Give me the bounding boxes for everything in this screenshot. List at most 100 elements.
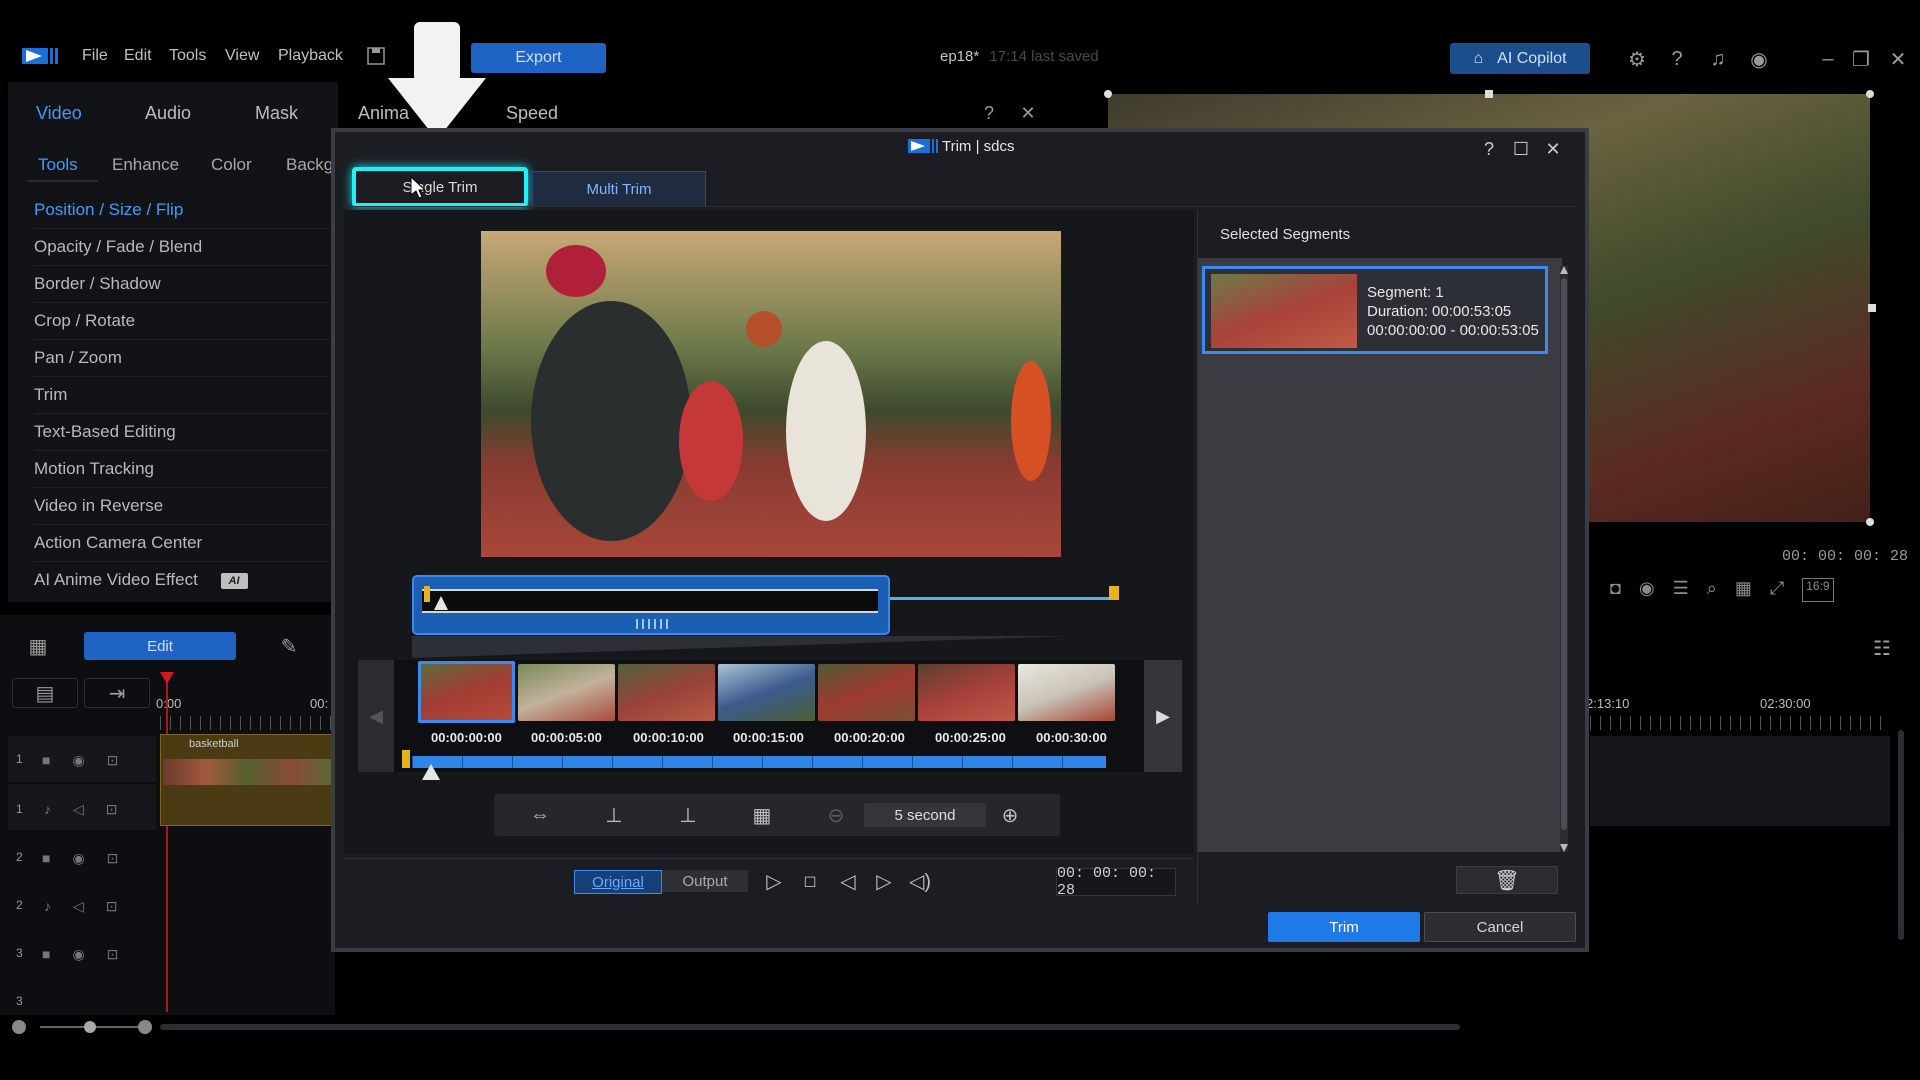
tab-video[interactable]: Video (36, 103, 82, 124)
tab-animation[interactable]: Anima (358, 103, 409, 124)
dialog-help-icon[interactable]: ? (1478, 138, 1500, 160)
preview-handle[interactable] (1868, 304, 1876, 312)
scroll-thumb[interactable] (1561, 278, 1567, 830)
menu-tools[interactable]: Tools (169, 47, 206, 65)
split-clip-icon[interactable]: ▦ (744, 802, 780, 828)
segment-item[interactable]: Segment: 1 Duration: 00:00:53:05 00:00:0… (1202, 266, 1548, 354)
output-toggle[interactable]: Output (662, 870, 748, 892)
account-icon[interactable]: ◉ (1747, 47, 1771, 71)
filmstrip-playhead[interactable] (422, 764, 440, 780)
subtab-color[interactable]: Color (211, 155, 252, 175)
range-grip[interactable] (636, 619, 670, 629)
aspect-ratio[interactable]: 16:9 (1802, 578, 1834, 602)
preview-handle[interactable] (1866, 518, 1874, 526)
tab-mask[interactable]: Mask (255, 103, 298, 124)
filmstrip-thumb[interactable] (718, 664, 815, 721)
dialog-close-icon[interactable]: ✕ (1542, 138, 1564, 160)
range-selection[interactable] (412, 575, 890, 635)
dialog-maximize-icon[interactable]: ☐ (1510, 138, 1532, 160)
help-icon[interactable]: ? (1665, 47, 1689, 71)
close-app-icon[interactable]: ✕ (1886, 47, 1910, 71)
original-toggle[interactable]: Original (574, 870, 662, 894)
panel-close-icon[interactable]: ✕ (1016, 101, 1040, 125)
menu-file[interactable]: File (82, 47, 108, 65)
tool-video-in-reverse[interactable]: Video in Reverse (34, 488, 329, 525)
zoom-out-timeline-icon[interactable] (12, 1020, 26, 1034)
minimize-icon[interactable]: – (1816, 47, 1840, 71)
tool-position-size-flip[interactable]: Position / Size / Flip (34, 192, 329, 229)
zoom-level-field[interactable]: 5 second (864, 803, 986, 827)
previous-frame-icon[interactable]: ◁ (834, 868, 862, 894)
tool-action-camera-center[interactable]: Action Camera Center (34, 525, 329, 562)
tab-audio[interactable]: Audio (145, 103, 191, 124)
tab-multi-trim[interactable]: Multi Trim (532, 171, 706, 206)
timeline-zoom-knob[interactable] (84, 1021, 96, 1033)
playhead-handle[interactable] (160, 672, 174, 684)
zoom-out-icon[interactable]: ⊖ (818, 802, 854, 828)
subtab-enhance[interactable]: Enhance (112, 155, 179, 175)
tool-pan-zoom[interactable]: Pan / Zoom (34, 340, 329, 377)
tab-single-trim[interactable]: Single Trim (352, 167, 528, 207)
range-start-marker[interactable] (424, 586, 430, 602)
panel-help-icon[interactable]: ? (977, 101, 1001, 125)
pen-icon[interactable]: ✎ (275, 632, 303, 660)
list-icon[interactable]: ☰ (1673, 578, 1689, 602)
playhead[interactable] (166, 672, 168, 1012)
timeline-select-icon[interactable]: ▦ (24, 632, 52, 660)
tool-trim[interactable]: Trim (34, 377, 329, 414)
save-icon[interactable] (364, 45, 388, 67)
preview-handle[interactable] (1485, 90, 1493, 98)
tool-motion-tracking[interactable]: Motion Tracking (34, 451, 329, 488)
zoom-in-timeline-icon[interactable] (138, 1020, 152, 1034)
stop-icon[interactable]: ◻ (796, 868, 824, 894)
filmstrip-thumb[interactable] (418, 661, 515, 723)
preview-handle[interactable] (1866, 90, 1874, 98)
trim-timecode-box[interactable]: 00: 00: 00: 28 (1056, 865, 1176, 899)
timeline-clip-basketball[interactable]: basketball (160, 734, 337, 826)
right-vertical-scrollbar[interactable] (1898, 730, 1904, 940)
zoom-fit-icon[interactable]: ⌕ (1707, 578, 1717, 602)
cancel-button[interactable]: Cancel (1424, 912, 1576, 942)
menu-playback[interactable]: Playback (278, 47, 343, 65)
swap-range-icon[interactable]: ⇔ (522, 802, 558, 828)
filmstrip-start-marker[interactable] (402, 750, 410, 768)
menu-edit[interactable]: Edit (124, 47, 152, 65)
filmstrip-thumb[interactable] (818, 664, 915, 721)
range-track[interactable] (888, 597, 1116, 600)
range-playhead[interactable] (434, 596, 448, 610)
track-manager-icon[interactable]: ▤ (12, 678, 78, 708)
tool-text-based-editing[interactable]: Text-Based Editing (34, 414, 329, 451)
subtab-background[interactable]: Backg (286, 155, 333, 175)
record-icon[interactable]: ◉ (1639, 578, 1655, 602)
timeline-scrollbar[interactable] (160, 1024, 1460, 1030)
tab-speed[interactable]: Speed (506, 103, 558, 124)
fullscreen-icon[interactable]: ⤢ (1770, 578, 1784, 602)
filmstrip-prev-button[interactable]: ◀ (358, 660, 394, 772)
preview-handle[interactable] (1104, 90, 1112, 98)
filmstrip-thumb[interactable] (918, 664, 1015, 721)
trim-button[interactable]: Trim (1268, 912, 1420, 942)
filmstrip-thumb[interactable] (518, 664, 615, 721)
snapshot-icon[interactable]: ◘ (1610, 578, 1621, 602)
grid-icon[interactable]: ▦ (1735, 578, 1752, 602)
mark-in-icon[interactable]: ⊥ (596, 802, 632, 828)
mark-out-icon[interactable]: ⊥ (670, 802, 706, 828)
delete-segment-button[interactable]: 🗑 (1456, 866, 1558, 894)
menu-view[interactable]: View (225, 47, 259, 65)
range-end-marker[interactable] (1109, 586, 1119, 600)
subtab-tools[interactable]: Tools (38, 155, 78, 175)
scroll-down-icon[interactable] (1560, 844, 1568, 852)
tool-crop-rotate[interactable]: Crop / Rotate (34, 303, 329, 340)
next-frame-icon[interactable]: ▷ (870, 868, 898, 894)
filmstrip-thumb[interactable] (618, 664, 715, 721)
tool-border-shadow[interactable]: Border / Shadow (34, 266, 329, 303)
play-icon[interactable]: ▷ (760, 868, 788, 894)
ai-copilot-button[interactable]: ⌂ AI Copilot (1450, 43, 1590, 74)
notification-icon[interactable]: ♫ (1706, 47, 1730, 71)
volume-icon[interactable]: ◁) (906, 868, 934, 894)
tool-opacity-fade-blend[interactable]: Opacity / Fade / Blend (34, 229, 329, 266)
segments-scrollbar[interactable] (1560, 266, 1568, 852)
filmstrip-thumb[interactable] (1018, 664, 1115, 721)
export-button[interactable]: Export (471, 43, 606, 73)
scroll-up-icon[interactable] (1560, 266, 1568, 274)
